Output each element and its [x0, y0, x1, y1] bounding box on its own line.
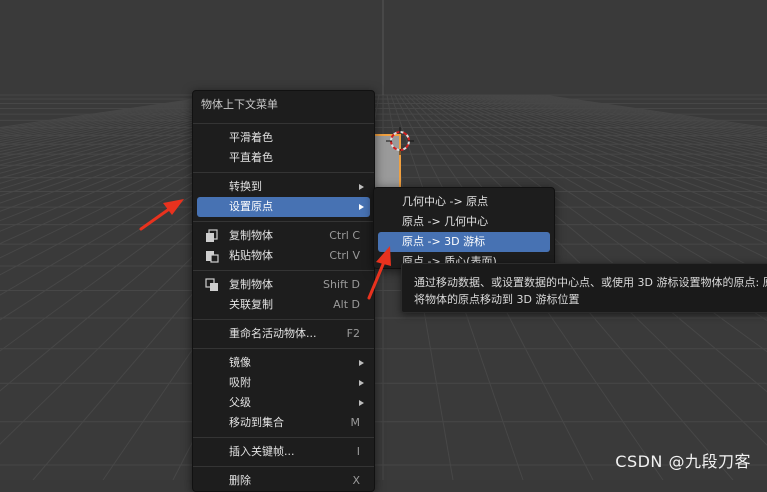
submenu-item-geometry-to-origin[interactable]: 几何中心 -> 原点	[378, 192, 550, 212]
tooltip-description: 通过移动数据、或设置数据的中心点、或使用 3D 游标设置物体的原点: 原	[414, 276, 767, 289]
submenu-arrow-icon	[359, 184, 364, 190]
submenu-item-origin-to-geometry[interactable]: 原点 -> 几何中心	[378, 212, 550, 232]
duplicate-icon	[205, 278, 218, 291]
separator	[193, 348, 374, 349]
menu-item-label: 复制物体	[229, 278, 273, 291]
submenu-item-origin-to-3d-cursor[interactable]: 原点 -> 3D 游标	[378, 232, 550, 252]
separator	[193, 319, 374, 320]
menu-item-label: 父级	[229, 396, 251, 409]
separator	[193, 123, 374, 124]
submenu-arrow-icon	[359, 400, 364, 406]
tooltip: 通过移动数据、或设置数据的中心点、或使用 3D 游标设置物体的原点: 原 将物体…	[401, 263, 767, 313]
menu-item-label: 重命名活动物体...	[229, 327, 317, 340]
tooltip-detail: 将物体的原点移动到 3D 游标位置	[414, 293, 580, 306]
menu-item-label: 移动到集合	[229, 416, 284, 429]
shortcut: M	[350, 416, 361, 429]
menu-title: 物体上下文菜单	[201, 98, 278, 111]
menu-item-parent[interactable]: 父级	[197, 393, 370, 413]
object-context-menu: 物体上下文菜单 平滑着色 平直着色 转换到 设置原点 复制物体 Ctrl C 粘贴…	[192, 90, 375, 492]
submenu-arrow-icon	[359, 360, 364, 366]
menu-item-insert-keyframe[interactable]: 插入关键帧... I	[197, 442, 370, 462]
menu-item-label: 镜像	[229, 356, 251, 369]
separator	[193, 221, 374, 222]
menu-item-move-to-collection[interactable]: 移动到集合 M	[197, 413, 370, 433]
menu-item-duplicate-linked[interactable]: 关联复制 Alt D	[197, 295, 370, 315]
menu-item-convert-to[interactable]: 转换到	[197, 177, 370, 197]
menu-item-label: 平滑着色	[229, 131, 273, 144]
shortcut: Alt D	[333, 298, 360, 311]
shortcut: F2	[346, 327, 360, 340]
menu-item-copy-objects[interactable]: 复制物体 Ctrl C	[197, 226, 370, 246]
menu-item-set-origin[interactable]: 设置原点	[197, 197, 370, 217]
menu-item-flat-shading[interactable]: 平直着色	[197, 148, 370, 168]
menu-item-label: 关联复制	[229, 298, 273, 311]
menu-item-label: 吸附	[229, 376, 251, 389]
paste-icon	[206, 251, 219, 263]
separator	[193, 437, 374, 438]
submenu-arrow-icon	[359, 204, 364, 210]
menu-item-label: 平直着色	[229, 151, 273, 164]
menu-item-label: 删除	[229, 474, 251, 487]
menu-item-label: 原点 -> 3D 游标	[402, 235, 486, 248]
shortcut: Ctrl C	[329, 229, 360, 242]
menu-item-label: 设置原点	[229, 200, 273, 213]
menu-item-label: 插入关键帧...	[229, 445, 295, 458]
submenu-arrow-icon	[359, 380, 364, 386]
separator	[193, 270, 374, 271]
shortcut: I	[356, 445, 360, 458]
menu-item-smooth-shading[interactable]: 平滑着色	[197, 128, 370, 148]
shortcut: Shift D	[323, 278, 360, 291]
shortcut: X	[352, 474, 360, 487]
menu-item-paste-objects[interactable]: 粘贴物体 Ctrl V	[197, 246, 370, 266]
set-origin-submenu: 几何中心 -> 原点 原点 -> 几何中心 原点 -> 3D 游标 原点 -> …	[373, 187, 555, 269]
menu-item-label: 粘贴物体	[229, 249, 273, 262]
copy-icon	[206, 229, 218, 242]
watermark: CSDN @九段刀客	[615, 452, 751, 471]
separator	[193, 172, 374, 173]
menu-item-duplicate-objects[interactable]: 复制物体 Shift D	[197, 275, 370, 295]
menu-item-label: 复制物体	[229, 229, 273, 242]
menu-item-snap[interactable]: 吸附	[197, 373, 370, 393]
menu-item-label: 转换到	[229, 180, 262, 193]
menu-item-label: 几何中心 -> 原点	[402, 195, 489, 208]
shortcut: Ctrl V	[329, 249, 360, 262]
separator	[193, 466, 374, 467]
menu-item-delete[interactable]: 删除 X	[197, 471, 370, 491]
menu-item-rename-active[interactable]: 重命名活动物体... F2	[197, 324, 370, 344]
menu-item-label: 原点 -> 几何中心	[402, 215, 489, 228]
menu-item-mirror[interactable]: 镜像	[197, 353, 370, 373]
